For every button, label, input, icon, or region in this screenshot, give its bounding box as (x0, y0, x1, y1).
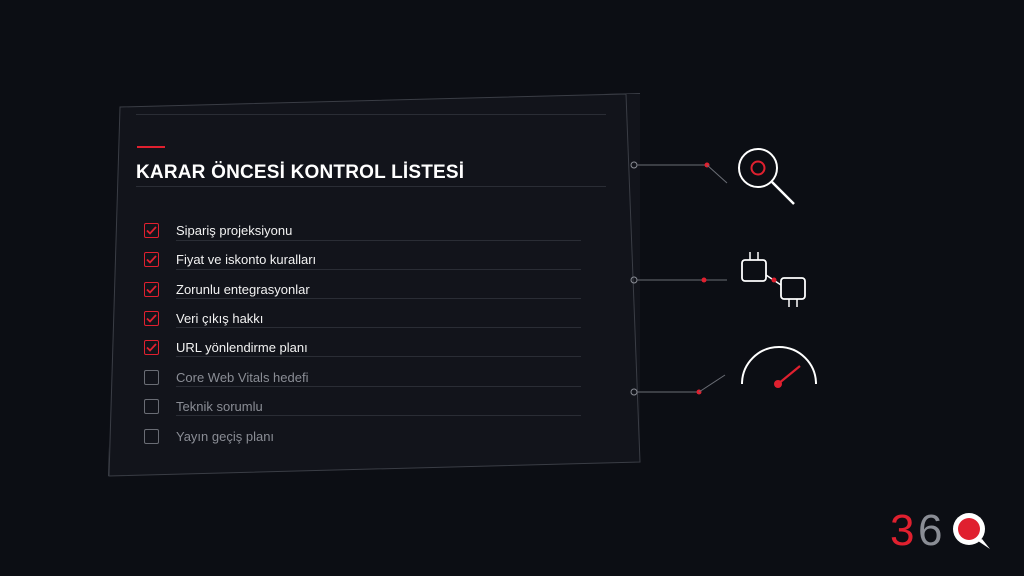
feature-icons-layer (630, 148, 817, 396)
speedometer-icon (741, 346, 817, 388)
connector-line-3 (630, 374, 726, 396)
logo-digit-6: 6 (918, 506, 942, 553)
plug-connection-icon (741, 252, 806, 307)
logo-dot (958, 518, 980, 540)
magnifier-icon (738, 148, 795, 205)
connector-line-1 (630, 161, 728, 184)
brand-logo: 3 6 (890, 506, 990, 553)
logo-digit-3: 3 (890, 506, 914, 553)
connector-line-2 (630, 276, 727, 284)
